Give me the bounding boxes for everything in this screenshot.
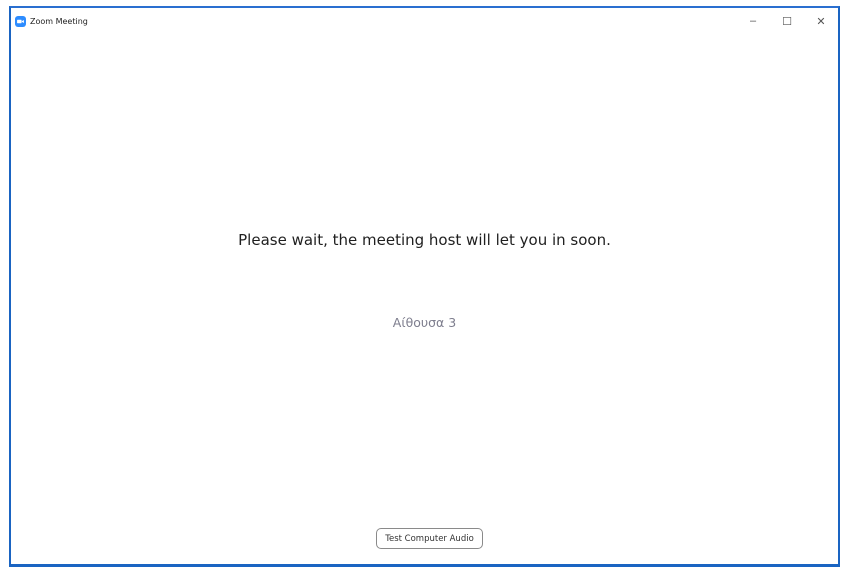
test-computer-audio-button[interactable]: Test Computer Audio bbox=[376, 528, 483, 549]
zoom-meeting-window: Zoom Meeting – ☐ ✕ Please wait, the meet… bbox=[9, 6, 840, 567]
maximize-button[interactable]: ☐ bbox=[770, 8, 804, 34]
waiting-message: Please wait, the meeting host will let y… bbox=[238, 231, 611, 249]
minimize-button[interactable]: – bbox=[736, 8, 770, 34]
meeting-room-name: Αίθουσα 3 bbox=[392, 315, 457, 330]
window-controls: – ☐ ✕ bbox=[736, 8, 838, 34]
zoom-camera-icon bbox=[15, 15, 26, 27]
close-button[interactable]: ✕ bbox=[804, 8, 838, 34]
waiting-room-panel: Please wait, the meeting host will let y… bbox=[11, 34, 838, 564]
window-title: Zoom Meeting bbox=[30, 16, 88, 26]
title-bar[interactable]: Zoom Meeting – ☐ ✕ bbox=[11, 8, 838, 34]
